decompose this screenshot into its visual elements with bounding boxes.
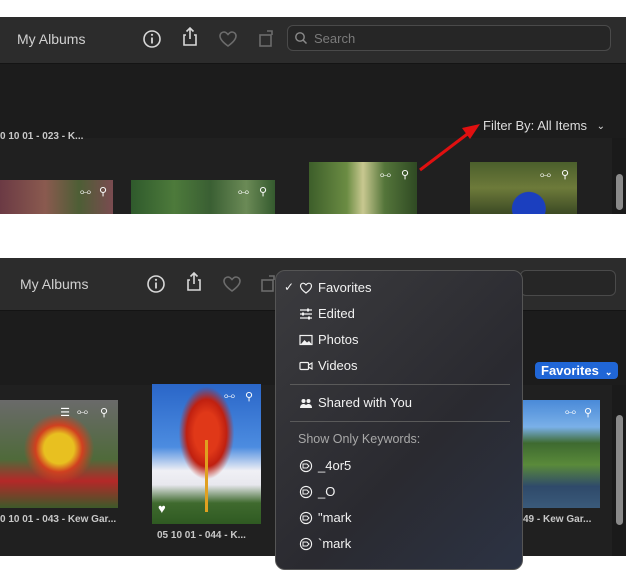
menu-item-label: Videos — [318, 358, 358, 373]
photo-caption: 0 10 01 - 043 - Kew Gar... — [0, 514, 117, 525]
photo-thumbnail[interactable]: ☰ ⧟ ⚲ — [0, 400, 118, 508]
filter-by-menu[interactable]: Favorites ⌄ — [535, 362, 619, 379]
location-icon: ⚲ — [98, 186, 107, 198]
keyword-icon — [299, 511, 313, 525]
keyword-tag-icon: ⧟ — [540, 169, 551, 181]
heart-icon — [299, 282, 313, 294]
heart-icon[interactable] — [220, 272, 244, 296]
scrollbar-thumb[interactable] — [616, 174, 623, 210]
menu-item-keyword[interactable]: `mark — [276, 532, 522, 556]
toolbar: My Albums Search — [0, 17, 626, 64]
menu-item-videos[interactable]: Videos — [276, 354, 522, 378]
photo-thumbnail[interactable]: ⧟ ⚲ ♥ — [152, 384, 261, 524]
menu-item-label: Shared with You — [318, 395, 412, 410]
photo-thumbnail[interactable]: ⧟ ⚲ — [0, 180, 113, 214]
keyword-icon — [299, 485, 313, 499]
keyword-icon — [299, 459, 313, 473]
favorite-heart-icon: ♥ — [158, 501, 166, 516]
menu-item-shared-with-you[interactable]: Shared with You — [276, 391, 522, 415]
menu-item-label: _4or5 — [318, 458, 352, 473]
photo-icon — [299, 334, 313, 346]
keyword-tag-icon: ⧟ — [224, 390, 235, 402]
share-icon[interactable] — [178, 25, 202, 49]
menu-item-label: Photos — [318, 332, 359, 347]
sliders-icon — [300, 308, 312, 320]
menu-item-photos[interactable]: Photos — [276, 328, 522, 352]
menu-item-edited[interactable]: Edited — [276, 302, 522, 326]
filter-dropdown-menu: ✓ Favorites Edited Photos Videos Shared … — [275, 270, 523, 570]
keyword-tag-icon: ⧟ — [238, 186, 249, 198]
photo-thumbnail[interactable]: ⧟ ⚲ — [131, 180, 275, 214]
info-icon[interactable] — [144, 272, 168, 296]
window-title: My Albums — [20, 276, 89, 292]
location-icon: ⚲ — [244, 391, 253, 403]
filter-value: All Items — [537, 118, 588, 133]
album-header: Filter By: All Items ⌄ 0 10 01 - 023 - K… — [0, 64, 626, 142]
menu-separator — [290, 384, 510, 385]
menu-item-keyword[interactable]: _4or5 — [276, 454, 522, 478]
search-icon — [295, 32, 308, 45]
scrollbar-thumb[interactable] — [616, 415, 623, 525]
photo-thumbnail[interactable]: ⧟ ⚲ — [470, 162, 577, 214]
search-field[interactable] — [520, 270, 616, 296]
info-icon[interactable] — [140, 27, 164, 51]
shared-people-icon — [300, 399, 312, 408]
filter-by-menu[interactable]: Filter By: All Items ⌄ — [483, 118, 605, 133]
location-icon: ⚲ — [560, 169, 569, 181]
keyword-icon — [299, 537, 313, 551]
menu-item-label: _O — [318, 484, 336, 499]
photo-caption: 05 10 01 - 044 - K... — [157, 530, 246, 541]
keyword-tag-icon: ⧟ — [565, 406, 576, 418]
search-placeholder: Search — [314, 31, 356, 46]
scrollbar[interactable] — [612, 385, 626, 556]
sliders-icon: ☰ — [60, 407, 70, 419]
menu-item-keyword[interactable]: _O — [276, 480, 522, 504]
top-window: My Albums Search Filter By: All Items ⌄ … — [0, 17, 626, 214]
filter-value: Favorites — [541, 363, 599, 378]
menu-item-label: Favorites — [318, 280, 372, 295]
window-title: My Albums — [17, 31, 86, 47]
menu-item-keyword[interactable]: "mark — [276, 506, 522, 530]
scrollbar[interactable] — [612, 138, 626, 214]
menu-separator — [290, 421, 510, 422]
menu-item-label: Edited — [318, 306, 355, 321]
keyword-tag-icon: ⧟ — [380, 169, 391, 181]
keyword-tag-icon: ⧟ — [77, 406, 88, 418]
location-icon: ⚲ — [583, 407, 592, 419]
keywords-section-header: Show Only Keywords: — [298, 432, 421, 446]
video-icon — [299, 361, 313, 371]
share-icon[interactable] — [182, 270, 206, 294]
location-icon: ⚲ — [258, 186, 267, 198]
photo-thumbnail[interactable]: ⧟ ⚲ — [309, 162, 417, 214]
location-icon: ⚲ — [400, 169, 409, 181]
menu-item-label: `mark — [318, 536, 352, 551]
location-icon: ⚲ — [99, 407, 108, 419]
checkmark-icon: ✓ — [284, 280, 295, 294]
photo-caption: 49 - Kew Gar... — [523, 514, 592, 525]
heart-icon[interactable] — [216, 27, 240, 51]
rotate-icon[interactable] — [255, 26, 279, 50]
menu-item-label: "mark — [318, 510, 352, 525]
keyword-tag-icon: ⧟ — [80, 186, 91, 198]
menu-item-favorites[interactable]: ✓ Favorites — [276, 276, 522, 300]
search-field[interactable]: Search — [287, 25, 611, 51]
chevron-down-icon: ⌄ — [604, 367, 613, 377]
photo-thumbnail[interactable]: ⧟ ⚲ — [523, 400, 600, 508]
chevron-down-icon: ⌄ — [596, 121, 606, 132]
photo-caption: 0 10 01 - 023 - K... — [0, 131, 84, 142]
filter-prefix: Filter By: — [483, 118, 535, 133]
